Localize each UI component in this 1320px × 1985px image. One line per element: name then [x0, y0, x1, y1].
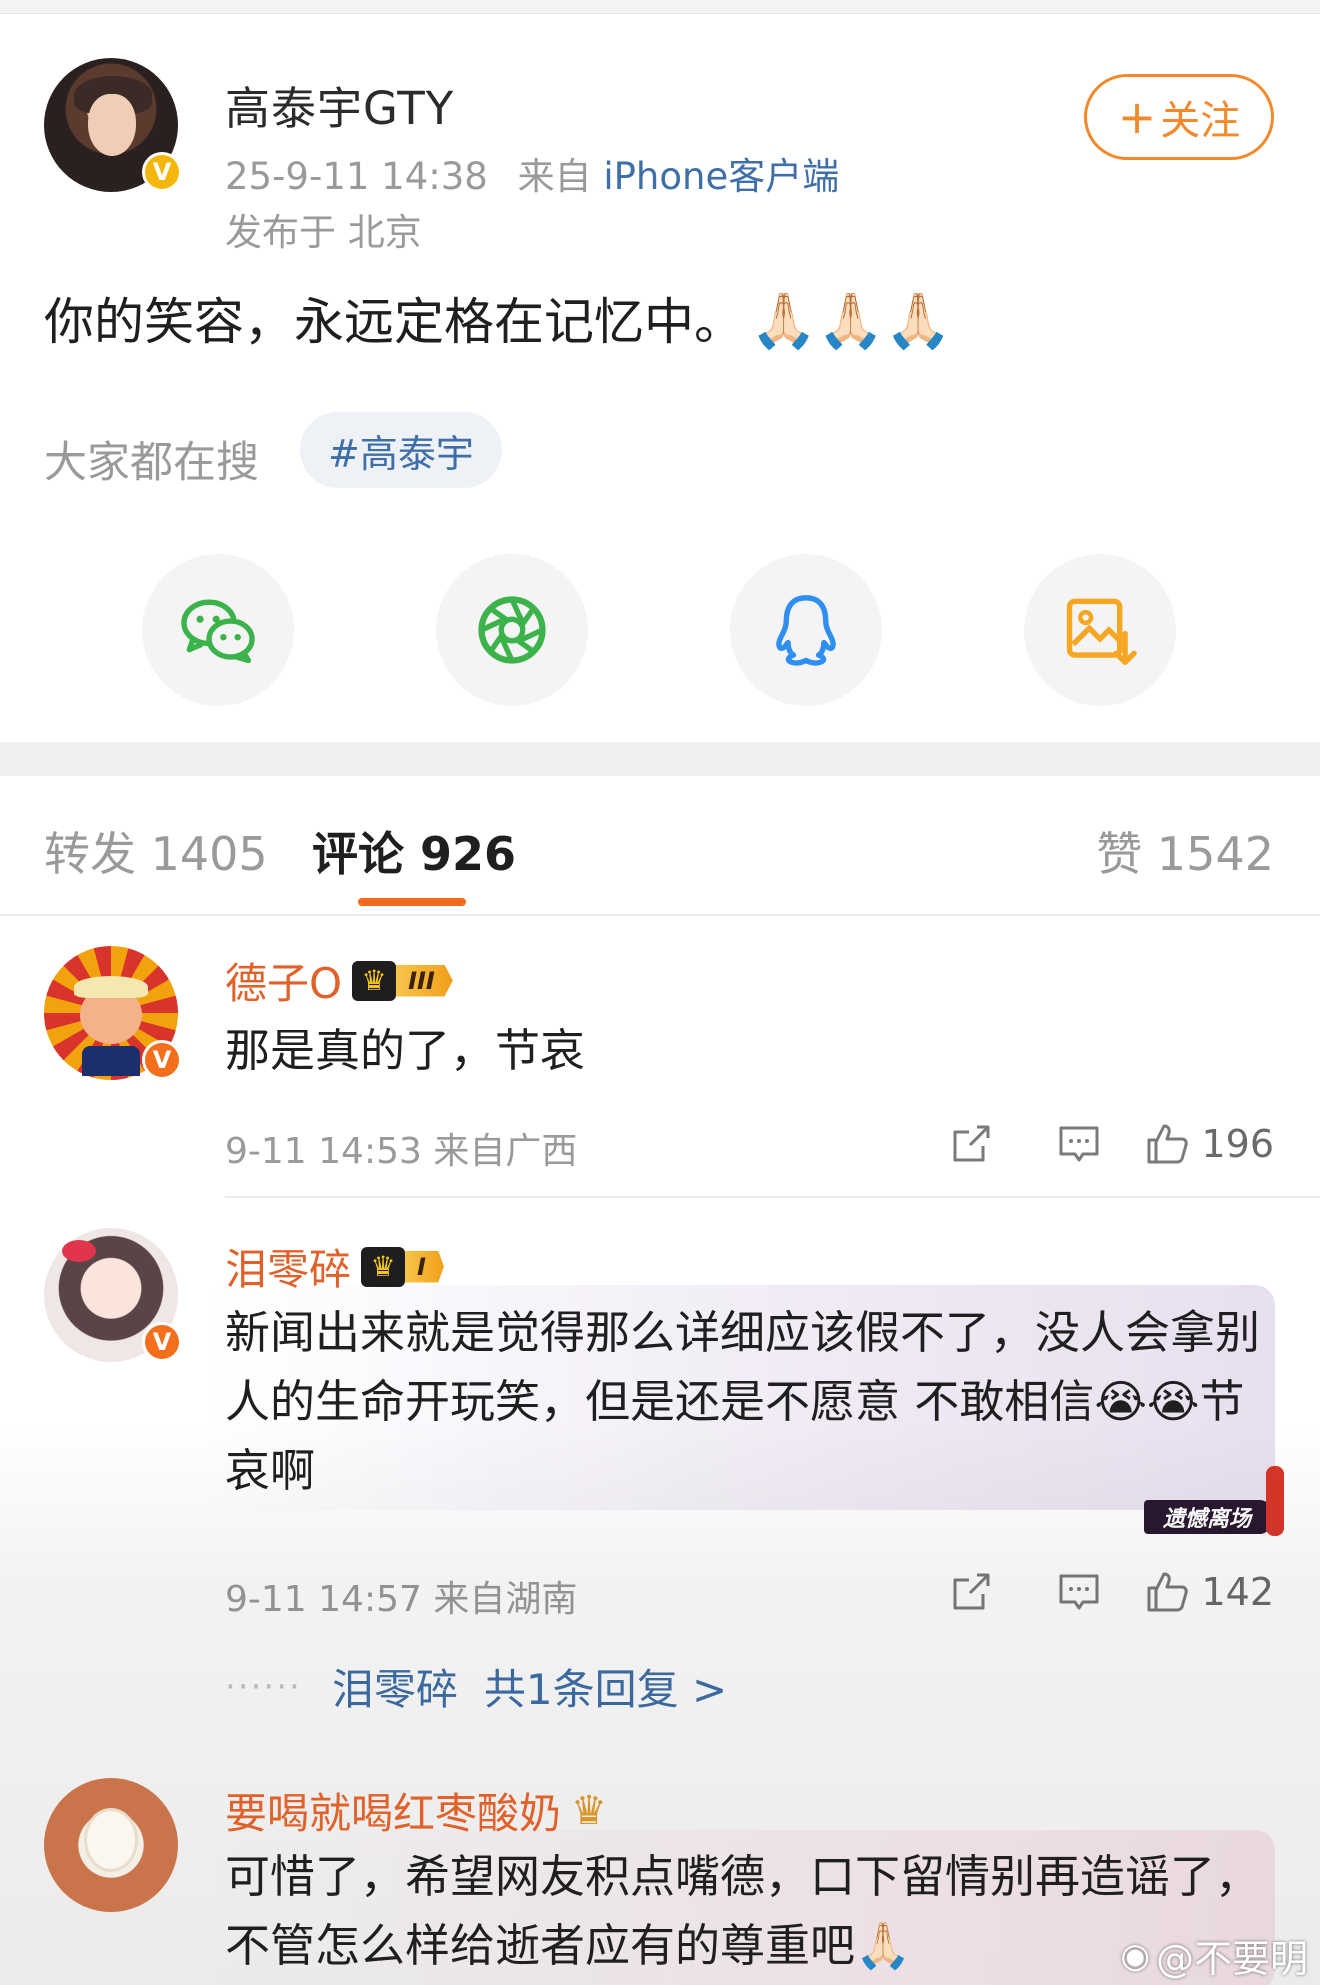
avatar-cartoon-suit: [82, 1046, 140, 1076]
follow-label: 关注: [1160, 98, 1241, 144]
post-date: 25-9-11 14:38: [225, 155, 488, 198]
comment-author[interactable]: 泪零碎 ♛ I: [225, 1236, 444, 1297]
comment-icon: [1059, 1126, 1099, 1162]
weibo-logo-icon: ◉: [1120, 1935, 1150, 1976]
comment-author[interactable]: 德子O ♛ III: [225, 950, 453, 1011]
avatar-bow: [62, 1240, 96, 1262]
share-icon: [953, 1573, 990, 1610]
crown-icon: ♛: [352, 960, 397, 1001]
moments-icon: [478, 596, 546, 664]
comment-avatar[interactable]: V: [44, 1228, 182, 1362]
comment-text: 可惜了，希望网友积点嘴德，口下留情别再造谣了，不管怎么样给逝者应有的尊重吧🙏🏻: [225, 1842, 1275, 1980]
crying-emoji-icon: 😭😭: [1094, 1375, 1200, 1428]
verified-badge-icon: V: [142, 1040, 182, 1080]
save-image-icon: [1066, 598, 1137, 665]
comment-avatar[interactable]: V: [44, 946, 182, 1080]
comment-actions: 196: [917, 1116, 1274, 1172]
post-client[interactable]: iPhone客户端: [603, 155, 839, 198]
thumbs-up-icon: [1147, 1572, 1189, 1612]
pray-emoji-icon: 🙏🏻: [855, 1919, 912, 1972]
trending-search-label: 大家都在搜: [44, 438, 259, 488]
reply-count: 共1条回复 >: [483, 1665, 728, 1714]
share-icon: [953, 1125, 990, 1162]
comment-author-name: 要喝就喝红枣酸奶: [225, 1789, 562, 1838]
like-button[interactable]: 142: [1143, 1568, 1274, 1616]
like-count: 196: [1201, 1122, 1274, 1166]
follow-button[interactable]: + 关注: [1084, 74, 1274, 160]
comment-text: 那是真的了，节哀: [225, 1024, 586, 1077]
card-tag: 遗憾离场: [1144, 1500, 1270, 1534]
save-image-button[interactable]: [1024, 554, 1176, 706]
verified-badge-icon: V: [142, 152, 182, 192]
comment-author-name: 德子O: [225, 959, 343, 1008]
post-meta: 25-9-11 14:38 来自 iPhone客户端: [225, 146, 839, 200]
share-comment-button[interactable]: [917, 1116, 1025, 1172]
avatar-bunny: [84, 1808, 138, 1872]
qq-icon: [776, 595, 836, 666]
reply-button[interactable]: [1025, 1564, 1133, 1620]
verified-badge-icon: V: [142, 1322, 182, 1362]
like-count: 142: [1201, 1570, 1274, 1614]
comment-actions: 142: [917, 1564, 1274, 1620]
plus-icon: +: [1117, 90, 1157, 144]
wechat-icon: [181, 599, 255, 664]
comment-text-body: 可惜了，希望网友积点嘴德，口下留情别再造谣了，不管怎么样给逝者应有的尊重吧: [225, 1850, 1261, 1972]
watermark-text: @不要明: [1155, 1937, 1308, 1981]
tabs-divider: [0, 914, 1320, 916]
reply-dots-icon: ······: [225, 1666, 302, 1707]
post-from-prefix: 来自: [517, 155, 592, 198]
pray-emoji-icon: 🙏🏻🙏🏻🙏🏻: [750, 289, 952, 352]
section-divider: [0, 742, 1320, 776]
avatar-face: [88, 94, 136, 156]
tab-repost[interactable]: 转发 1405: [44, 818, 268, 884]
top-divider: [0, 0, 1320, 14]
comment-meta: 9-11 14:57 来自湖南: [225, 1579, 578, 1620]
crown-icon: ♛: [571, 1787, 607, 1834]
member-level-badge: ♛ I: [361, 1246, 444, 1287]
topic-chip[interactable]: #高泰宇: [300, 412, 502, 488]
comment-divider: [225, 1196, 1320, 1198]
thumbs-up-icon: [1147, 1124, 1189, 1164]
share-moments-button[interactable]: [436, 554, 588, 706]
author-name[interactable]: 高泰宇GTY: [225, 72, 454, 137]
tab-comments[interactable]: 评论 926: [312, 818, 516, 884]
reply-button[interactable]: [1025, 1116, 1133, 1172]
member-crown-badge: ♛: [571, 1787, 607, 1834]
active-tab-indicator: [358, 898, 466, 906]
post-text: 你的笑容，永远定格在记忆中。 🙏🏻🙏🏻🙏🏻: [44, 282, 952, 354]
comment-author[interactable]: 要喝就喝红枣酸奶 ♛: [225, 1780, 607, 1841]
crown-icon: ♛: [361, 1246, 406, 1287]
reply-user: 泪零碎: [331, 1665, 458, 1714]
member-level: I: [405, 1250, 444, 1283]
comment-meta: 9-11 14:53 来自广西: [225, 1131, 578, 1172]
comment-icon: [1059, 1574, 1099, 1610]
comment-author-name: 泪零碎: [225, 1245, 352, 1294]
view-replies-link[interactable]: ······ 泪零碎 共1条回复 >: [225, 1656, 727, 1717]
comment-text: 新闻出来就是觉得那么详细应该假不了，没人会拿别人的生命开玩笑，但是还是不愿意 不…: [225, 1298, 1275, 1505]
author-avatar[interactable]: V: [44, 58, 182, 192]
share-qq-button[interactable]: [730, 554, 882, 706]
avatar-cartoon-hair: [74, 976, 148, 998]
tab-likes[interactable]: 赞 1542: [1096, 818, 1274, 884]
share-comment-button[interactable]: [917, 1564, 1025, 1620]
post-text-body: 你的笑容，永远定格在记忆中。: [44, 293, 744, 351]
member-level: III: [396, 964, 453, 997]
member-level-badge: ♛ III: [352, 960, 453, 1001]
comment-avatar[interactable]: [44, 1778, 178, 1912]
share-wechat-button[interactable]: [142, 554, 294, 706]
watermark: ◉ @不要明: [1120, 1928, 1308, 1983]
like-button[interactable]: 196: [1143, 1120, 1274, 1168]
post-location: 发布于 北京: [225, 211, 422, 254]
